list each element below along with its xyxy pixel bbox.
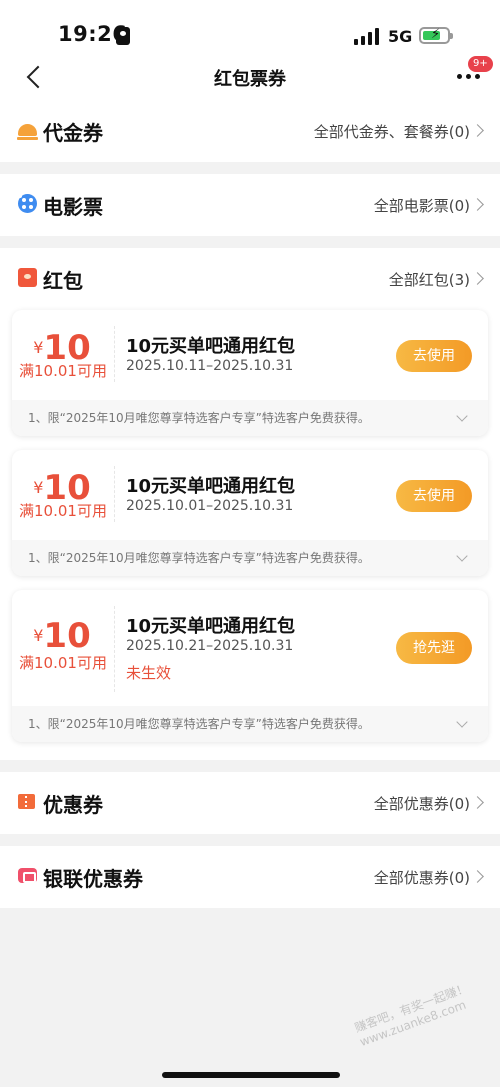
red-packet-card: ¥10 满10.01可用 10元买单吧通用红包 2025.10.01–2025.… xyxy=(12,450,488,576)
use-button[interactable]: 去使用 xyxy=(396,480,472,512)
status-bar: 19:26 5G ⚡ xyxy=(0,0,500,56)
status-not-active: 未生效 xyxy=(126,664,172,682)
red-packet-card: ¥10 满10.01可用 10元买单吧通用红包 2025.10.21–2025.… xyxy=(12,590,488,742)
section-header-red-packet[interactable]: 红包 全部红包(3) xyxy=(0,248,500,308)
section-movie: 电影票 全部电影票(0) xyxy=(0,174,500,236)
chevron-right-icon xyxy=(471,198,484,211)
currency-symbol: ¥ xyxy=(33,338,44,357)
chevron-down-icon xyxy=(456,410,468,422)
card-note[interactable]: 1、限“2025年10月唯您尊享特选客户专享”特选客户免费获得。 xyxy=(12,400,488,436)
chevron-right-icon xyxy=(471,796,484,809)
section-header-voucher[interactable]: 代金券 全部代金券、套餐券(0) xyxy=(0,100,500,160)
validity-date: 2025.10.21–2025.10.31 xyxy=(126,638,294,654)
page-title: 红包票券 xyxy=(214,69,286,90)
validity-date: 2025.10.01–2025.10.31 xyxy=(126,498,294,514)
red-packet-name: 10元买单吧通用红包 xyxy=(126,336,296,357)
section-red-packet: 红包 全部红包(3) ¥10 满10.01可用 10元买单吧通用红包 2025.… xyxy=(0,248,500,760)
chevron-right-icon xyxy=(471,870,484,883)
section-header-movie[interactable]: 电影票 全部电影票(0) xyxy=(0,174,500,234)
nav-bar: 红包票券 9+ xyxy=(0,56,500,100)
film-icon xyxy=(18,194,37,213)
watermark: 赚客吧，有奖一起赚！www.zuanke8.com xyxy=(352,980,471,1050)
network-type: 5G xyxy=(388,27,413,46)
red-packet-icon xyxy=(18,268,37,287)
note-text: 1、限“2025年10月唯您尊享特选客户专享”特选客户免费获得。 xyxy=(28,411,370,425)
id-card-icon xyxy=(116,27,130,45)
card-note[interactable]: 1、限“2025年10月唯您尊享特选客户专享”特选客户免费获得。 xyxy=(12,706,488,742)
all-unionpay-coupons-link[interactable]: 全部优惠券(0) xyxy=(374,867,470,888)
dashed-divider xyxy=(114,326,115,382)
all-red-packets-link[interactable]: 全部红包(3) xyxy=(389,269,470,290)
use-condition: 满10.01可用 xyxy=(19,502,107,520)
section-title: 电影票 xyxy=(43,195,103,219)
currency-symbol: ¥ xyxy=(33,478,44,497)
use-condition: 满10.01可用 xyxy=(19,362,107,380)
signal-icon xyxy=(354,27,380,45)
chevron-right-icon xyxy=(471,272,484,285)
chevron-right-icon xyxy=(471,124,484,137)
use-condition: 满10.01可用 xyxy=(19,654,107,672)
voucher-icon xyxy=(17,124,38,140)
section-header-coupon[interactable]: 优惠券 全部优惠券(0) xyxy=(0,772,500,832)
red-packet-name: 10元买单吧通用红包 xyxy=(126,616,296,637)
home-indicator[interactable] xyxy=(162,1072,340,1078)
card-note[interactable]: 1、限“2025年10月唯您尊享特选客户专享”特选客户免费获得。 xyxy=(12,540,488,576)
section-title: 优惠券 xyxy=(43,793,103,817)
use-button[interactable]: 去使用 xyxy=(396,340,472,372)
coupon-icon xyxy=(18,794,35,809)
all-vouchers-link[interactable]: 全部代金券、套餐券(0) xyxy=(314,121,470,142)
battery-icon: ⚡ xyxy=(419,27,453,44)
browse-first-button[interactable]: 抢先逛 xyxy=(396,632,472,664)
notification-badge: 9+ xyxy=(468,56,493,72)
dashed-divider xyxy=(114,606,115,692)
section-coupon: 优惠券 全部优惠券(0) xyxy=(0,772,500,834)
note-text: 1、限“2025年10月唯您尊享特选客户专享”特选客户免费获得。 xyxy=(28,717,370,731)
unionpay-icon xyxy=(18,868,37,883)
amount-value: 10 xyxy=(43,616,91,656)
chevron-down-icon xyxy=(456,550,468,562)
section-title: 代金券 xyxy=(43,121,103,145)
section-title: 银联优惠券 xyxy=(43,867,143,891)
note-text: 1、限“2025年10月唯您尊享特选客户专享”特选客户免费获得。 xyxy=(28,551,370,565)
all-coupons-link[interactable]: 全部优惠券(0) xyxy=(374,793,470,814)
red-packet-card: ¥10 满10.01可用 10元买单吧通用红包 2025.10.11–2025.… xyxy=(12,310,488,436)
dashed-divider xyxy=(114,466,115,522)
section-voucher: 代金券 全部代金券、套餐券(0) xyxy=(0,100,500,162)
amount: ¥10 xyxy=(12,616,112,656)
section-unionpay: 银联优惠券 全部优惠券(0) xyxy=(0,846,500,908)
validity-date: 2025.10.11–2025.10.31 xyxy=(126,358,294,374)
all-movie-tickets-link[interactable]: 全部电影票(0) xyxy=(374,195,470,216)
red-packet-name: 10元买单吧通用红包 xyxy=(126,476,296,497)
currency-symbol: ¥ xyxy=(33,626,44,645)
section-title: 红包 xyxy=(43,269,83,293)
section-header-unionpay[interactable]: 银联优惠券 全部优惠券(0) xyxy=(0,846,500,906)
chevron-down-icon xyxy=(456,716,468,728)
